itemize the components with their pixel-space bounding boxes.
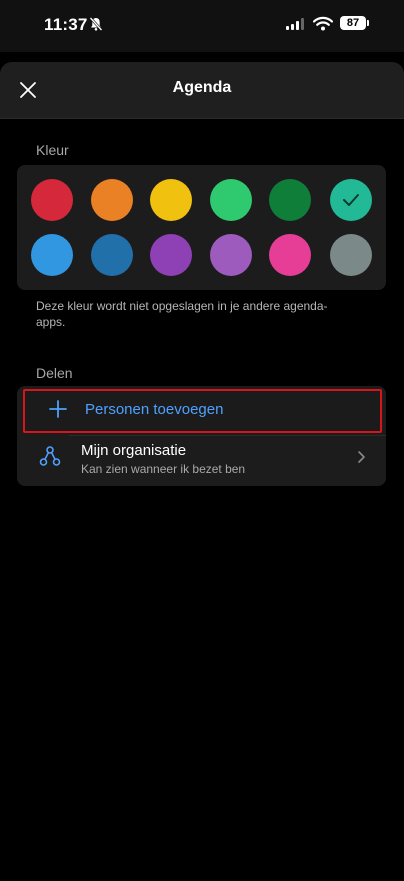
color-swatch[interactable] (210, 234, 252, 276)
agenda-sheet: Agenda Kleur Deze kleur wordt niet opges… (0, 62, 404, 881)
color-swatch[interactable] (269, 234, 311, 276)
page-title: Agenda (172, 79, 232, 96)
share-section-label: Delen (36, 365, 73, 381)
add-people-label: Personen toevoegen (85, 401, 224, 418)
color-swatch-selected[interactable] (330, 179, 372, 221)
status-bar: 11:37 87 (0, 0, 404, 52)
bell-muted-icon (89, 17, 103, 31)
chevron-right-icon (358, 451, 365, 463)
add-people-button[interactable]: Personen toevoegen (23, 389, 382, 433)
wifi-icon (313, 16, 333, 31)
color-picker (17, 165, 386, 290)
color-swatch[interactable] (31, 234, 73, 276)
organization-title: Mijn organisatie (81, 442, 187, 459)
color-swatch[interactable] (330, 234, 372, 276)
checkmark-icon (343, 194, 359, 206)
divider (69, 435, 386, 436)
color-section-label: Kleur (36, 142, 69, 158)
organization-subtitle: Kan zien wanneer ik bezet ben (81, 462, 246, 476)
color-swatch[interactable] (31, 179, 73, 221)
color-swatch[interactable] (150, 234, 192, 276)
sheet-header: Agenda (0, 62, 404, 119)
share-options: Personen toevoegen Mijn organisatie Kan … (17, 386, 386, 486)
battery-indicator: 87 (340, 16, 369, 30)
color-swatch[interactable] (91, 179, 133, 221)
color-swatch[interactable] (210, 179, 252, 221)
plus-icon (49, 400, 67, 418)
status-time: 11:37 (44, 15, 88, 34)
color-swatch[interactable] (150, 179, 192, 221)
organization-icon (39, 446, 61, 466)
color-note: Deze kleur wordt niet opgeslagen in je a… (36, 299, 328, 329)
cellular-signal-icon (286, 18, 304, 30)
color-swatch[interactable] (91, 234, 133, 276)
color-swatch[interactable] (269, 179, 311, 221)
